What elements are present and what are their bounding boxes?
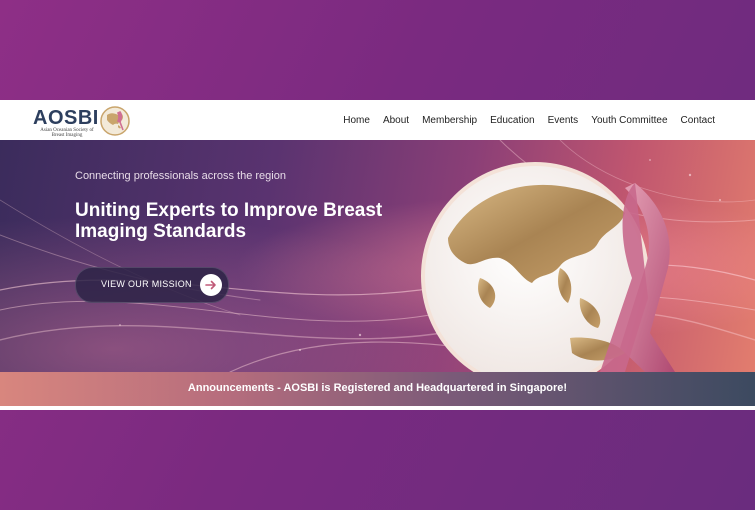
logo-subtitle: Asian Oceanian Society of Breast Imaging — [40, 128, 94, 138]
aosbi-logo[interactable]: AOSBI Asian Oceanian Society of Breast I… — [33, 104, 143, 138]
nav-youth-committee[interactable]: Youth Committee — [591, 115, 667, 126]
globe-icon — [421, 162, 675, 372]
logo-globe-icon — [100, 106, 130, 136]
view-mission-label: VIEW OUR MISSION — [101, 279, 192, 289]
announcement-text: Announcements - AOSBI is Registered and … — [187, 382, 568, 394]
nav-contact[interactable]: Contact — [681, 115, 715, 126]
view-mission-button[interactable]: VIEW OUR MISSION — [75, 267, 229, 303]
announcement-bar[interactable]: Announcements - AOSBI is Registered and … — [0, 372, 755, 406]
header-navbar: AOSBI Asian Oceanian Society of Breast I… — [0, 100, 755, 140]
nav-education[interactable]: Education — [490, 115, 534, 126]
logo-text: AOSBI — [33, 107, 99, 129]
hero-headline: Uniting Experts to Improve Breast Imagin… — [75, 200, 383, 242]
main-nav: Home About Membership Education Events Y… — [330, 100, 715, 140]
hero-tagline: Connecting professionals across the regi… — [75, 170, 286, 182]
website-frame: AOSBI Asian Oceanian Society of Breast I… — [0, 100, 755, 410]
hero-banner: Connecting professionals across the regi… — [0, 140, 755, 372]
arrow-right-icon — [200, 274, 222, 296]
nav-about[interactable]: About — [383, 115, 409, 126]
nav-membership[interactable]: Membership — [422, 115, 477, 126]
nav-events[interactable]: Events — [548, 115, 579, 126]
nav-home[interactable]: Home — [343, 115, 370, 126]
